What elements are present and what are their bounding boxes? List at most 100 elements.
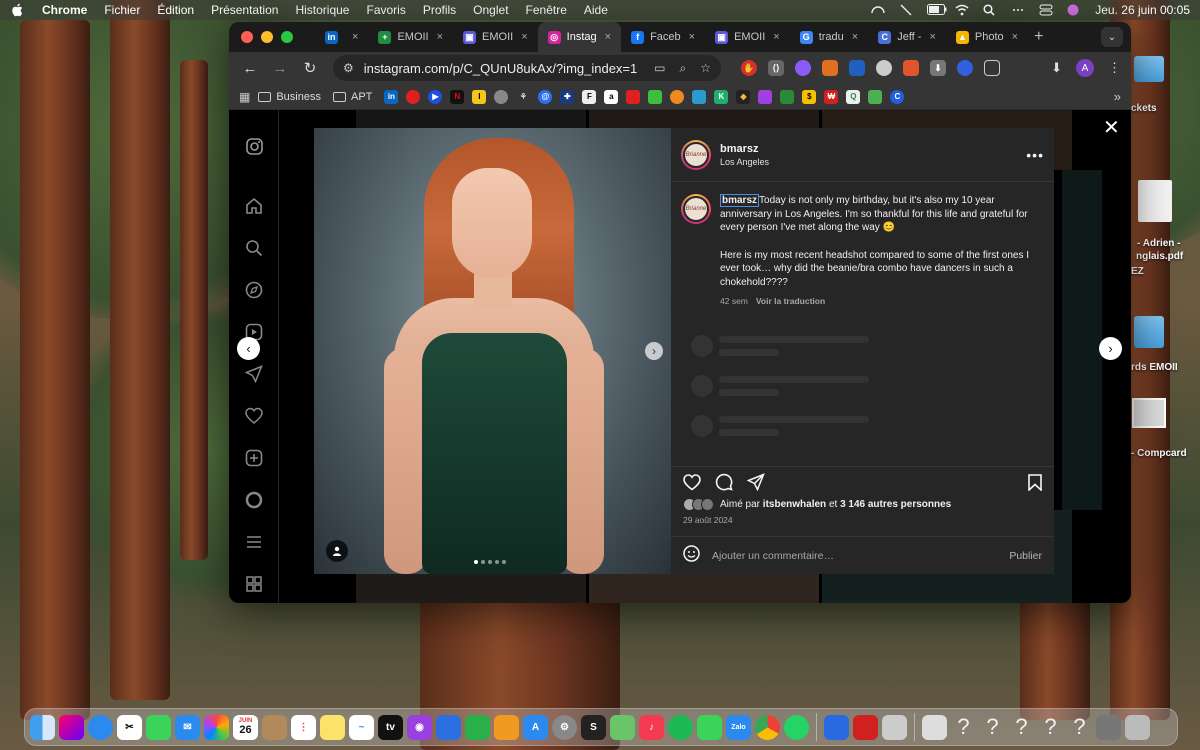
downloads-icon[interactable]: ⬇: [1051, 60, 1062, 76]
contacts-icon[interactable]: [262, 714, 287, 740]
author-avatar[interactable]: Brianne: [681, 139, 711, 170]
bookmark-yellow-icon[interactable]: $: [802, 89, 817, 104]
ghost-extension-icon[interactable]: [795, 60, 811, 76]
bookmark-red-icon[interactable]: [406, 89, 421, 104]
facetime-icon[interactable]: [697, 714, 722, 740]
freeform-icon[interactable]: ~: [349, 714, 374, 740]
maps-icon[interactable]: [610, 714, 635, 740]
menu-fenetre[interactable]: Fenêtre: [526, 3, 567, 17]
browser-tab[interactable]: Gtradu ×: [790, 22, 869, 52]
post-location[interactable]: Los Angeles: [720, 157, 769, 167]
close-tab-icon[interactable]: ×: [852, 31, 858, 43]
messages-icon[interactable]: [146, 714, 171, 740]
site-info-icon[interactable]: ⚙: [343, 61, 354, 75]
minimize-window-button[interactable]: [261, 31, 273, 43]
preview-icon[interactable]: [882, 714, 907, 740]
address-bar[interactable]: ⚙ instagram.com/p/C_QUnU8ukAx/?img_index…: [333, 55, 721, 81]
spotlight-search-icon[interactable]: [983, 4, 997, 16]
close-tab-icon[interactable]: ×: [437, 31, 443, 43]
menu-fichier[interactable]: Fichier: [104, 3, 140, 17]
also-from-meta-icon[interactable]: [244, 574, 264, 594]
hotspot-icon[interactable]: [1011, 4, 1025, 16]
bookmark-imdb-icon[interactable]: I: [472, 89, 487, 104]
explore-icon[interactable]: [244, 280, 264, 300]
bookmark-star-icon[interactable]: ☆: [700, 61, 711, 76]
bookmark-globe-icon[interactable]: [494, 89, 509, 104]
puzzle-extension-icon[interactable]: [984, 60, 1000, 76]
notifications-heart-icon[interactable]: [244, 406, 264, 426]
close-tab-icon[interactable]: ×: [773, 31, 779, 43]
menu-profils[interactable]: Profils: [423, 3, 456, 17]
menu-edition[interactable]: Édition: [157, 3, 194, 17]
bookmark-green-leaf-icon[interactable]: [780, 89, 795, 104]
missing-app-icon[interactable]: ?: [1038, 714, 1063, 740]
missing-app-icon[interactable]: ?: [1009, 714, 1034, 740]
forward-button[interactable]: →: [269, 57, 291, 79]
desktop-item-label[interactable]: - Compcard: [1131, 448, 1187, 459]
close-tab-icon[interactable]: ×: [689, 31, 695, 43]
bookmark-binance-icon[interactable]: ◆: [736, 89, 751, 104]
close-window-button[interactable]: [241, 31, 253, 43]
bookmark-won-icon[interactable]: ₩: [824, 89, 839, 104]
trash-icon[interactable]: [1125, 714, 1150, 740]
shield-extension-icon[interactable]: [903, 60, 919, 76]
launchpad-icon[interactable]: [59, 714, 84, 740]
bookmark-purple-icon[interactable]: [758, 89, 773, 104]
bookmark-linkedin-icon[interactable]: in: [384, 89, 399, 104]
bookmark-square-icon[interactable]: Q: [846, 89, 861, 104]
keynote-icon[interactable]: [436, 714, 461, 740]
screenshot-stack-icon[interactable]: [1096, 714, 1121, 740]
photos-icon[interactable]: [204, 714, 229, 740]
chart-extension-icon[interactable]: [849, 60, 865, 76]
desktop-item-label[interactable]: rds EMOII: [1131, 362, 1178, 373]
cast-icon[interactable]: ▭: [654, 61, 665, 76]
battery-icon[interactable]: [927, 4, 947, 16]
chrome-icon[interactable]: [755, 714, 780, 740]
apple-tv-icon[interactable]: tv: [378, 714, 403, 740]
likes-user[interactable]: itsbenwhalen: [763, 499, 826, 510]
bookmark-folder-business[interactable]: Business: [258, 91, 321, 103]
create-post-icon[interactable]: [244, 448, 264, 468]
bookmark-green-bag-icon[interactable]: [868, 89, 883, 104]
close-tab-icon[interactable]: ×: [1012, 31, 1018, 43]
comment-bubble-icon[interactable]: [715, 473, 733, 496]
menu-app-name[interactable]: Chrome: [42, 3, 87, 17]
carousel-next-button[interactable]: ›: [645, 342, 663, 360]
bookmark-green-k-icon[interactable]: K: [714, 89, 729, 104]
previous-post-button[interactable]: ‹: [237, 337, 260, 360]
menu-presentation[interactable]: Présentation: [211, 3, 278, 17]
author-username[interactable]: bmarsz: [720, 143, 769, 155]
podcasts-icon[interactable]: ◉: [407, 714, 432, 740]
system-settings-icon[interactable]: ⚙: [552, 714, 577, 740]
bookmark-netflix-icon[interactable]: N: [450, 89, 465, 104]
bookmark-blue-play-icon[interactable]: ▶: [428, 89, 443, 104]
chrome-menu-icon[interactable]: ⋮: [1108, 60, 1121, 76]
home-icon[interactable]: [244, 196, 264, 216]
bookmark-green-face-icon[interactable]: [648, 89, 663, 104]
search-icon[interactable]: [244, 238, 264, 258]
numbers-icon[interactable]: [465, 714, 490, 740]
close-modal-icon[interactable]: ✕: [1103, 118, 1120, 138]
mail-icon[interactable]: ✉: [175, 714, 200, 740]
post-date[interactable]: 29 août 2024: [683, 515, 733, 525]
pdf-file-icon[interactable]: [1138, 180, 1172, 222]
profile-avatar[interactable]: A: [1076, 59, 1094, 77]
wifi-icon[interactable]: [955, 4, 969, 16]
adblock-extension-icon[interactable]: ✋: [741, 60, 757, 76]
spotify-icon[interactable]: [668, 714, 693, 740]
bookmark-cross-icon[interactable]: ✚: [560, 89, 575, 104]
browser-tab[interactable]: f Faceb ×: [621, 22, 705, 52]
downloads-stack-icon[interactable]: [922, 714, 947, 740]
desktop-folder-icon[interactable]: [1134, 56, 1164, 82]
comment-input[interactable]: Ajouter un commentaire…: [712, 550, 834, 562]
app-store-icon[interactable]: A: [523, 714, 548, 740]
siri-icon[interactable]: [1067, 4, 1081, 16]
instagram-logo-icon[interactable]: [244, 136, 264, 156]
desktop-folder-icon[interactable]: [1134, 316, 1164, 348]
share-send-icon[interactable]: [746, 473, 765, 496]
desktop-item-label[interactable]: EZ: [1131, 266, 1144, 277]
arc-icon[interactable]: [824, 714, 849, 740]
capcut-icon[interactable]: ✂: [117, 714, 142, 740]
bookmark-amazon-icon[interactable]: a: [604, 89, 619, 104]
apple-menu-icon[interactable]: [10, 3, 24, 17]
